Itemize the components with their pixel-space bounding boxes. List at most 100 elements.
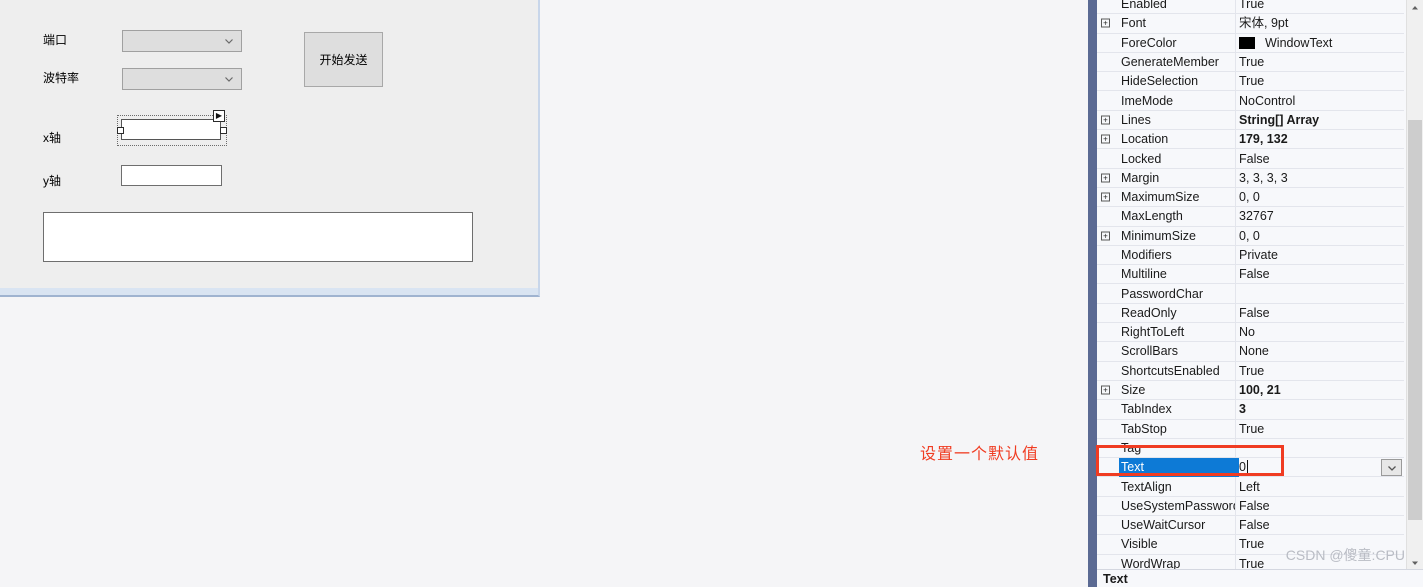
column-divider xyxy=(1235,419,1236,438)
property-value-dropdown-button[interactable] xyxy=(1381,459,1402,477)
property-row[interactable]: + Location 179, 132 xyxy=(1097,130,1404,150)
property-value-text: Private xyxy=(1239,248,1278,262)
property-value[interactable]: False xyxy=(1239,304,1400,322)
property-row[interactable]: HideSelection True xyxy=(1097,72,1404,92)
property-row[interactable]: MaxLength 32767 xyxy=(1097,207,1404,227)
property-name: Tag xyxy=(1121,440,1142,455)
property-row[interactable]: Modifiers Private xyxy=(1097,245,1404,266)
property-value[interactable]: False xyxy=(1239,265,1400,283)
property-value[interactable]: 100, 21 xyxy=(1239,381,1400,399)
properties-grid[interactable]: Enabled True + Font 宋体, 9pt ForeColor WindowTe… xyxy=(1097,0,1404,574)
property-name: ScrollBars xyxy=(1121,344,1178,359)
property-row[interactable]: TabIndex 3 xyxy=(1097,400,1404,420)
scrollbar-thumb[interactable] xyxy=(1408,120,1422,520)
property-value[interactable]: True xyxy=(1239,420,1400,438)
start-send-button[interactable]: 开始发送 xyxy=(304,32,383,87)
property-value[interactable]: Private xyxy=(1239,246,1400,264)
property-value[interactable]: 32767 xyxy=(1239,207,1400,225)
expand-plus-icon[interactable]: + xyxy=(1101,134,1110,144)
output-textbox[interactable] xyxy=(43,212,473,262)
resize-handle-right[interactable] xyxy=(220,127,227,134)
property-value[interactable]: 0 xyxy=(1239,458,1400,476)
column-divider xyxy=(1235,110,1236,130)
property-value[interactable]: 0, 0 xyxy=(1239,188,1400,206)
property-row[interactable]: + Font 宋体, 9pt xyxy=(1097,14,1404,34)
property-value[interactable]: True xyxy=(1239,53,1400,71)
property-row[interactable]: UseWaitCursor False xyxy=(1097,516,1404,536)
property-row[interactable]: Locked False xyxy=(1097,149,1404,169)
property-name: ReadOnly xyxy=(1121,305,1177,320)
property-row[interactable]: ShortcutsEnabled True xyxy=(1097,361,1404,381)
baudrate-combobox[interactable] xyxy=(122,68,242,90)
property-row[interactable]: TextAlign Left xyxy=(1097,477,1404,497)
expand-plus-icon[interactable]: + xyxy=(1101,18,1110,28)
property-value-text: 宋体, 9pt xyxy=(1239,16,1289,31)
x-axis-textbox[interactable] xyxy=(121,119,221,140)
expand-plus-icon[interactable]: + xyxy=(1101,173,1110,183)
property-row[interactable]: + Size 100, 21 xyxy=(1097,380,1404,401)
property-value-text: False xyxy=(1239,498,1270,513)
property-value[interactable]: False xyxy=(1239,150,1400,168)
property-row[interactable]: Multiline False xyxy=(1097,265,1404,285)
screen-root: 端口 波特率 开始发送 x轴 ▶ y轴 设置一个默认值 Enabled True… xyxy=(0,0,1423,587)
property-row[interactable]: PasswordChar xyxy=(1097,284,1404,304)
property-value-text: False xyxy=(1239,267,1270,282)
properties-panel[interactable]: Enabled True + Font 宋体, 9pt ForeColor WindowTe… xyxy=(1088,0,1423,587)
property-value[interactable]: NoControl xyxy=(1239,92,1400,110)
property-row[interactable]: ScrollBars None xyxy=(1097,342,1404,362)
property-name: MinimumSize xyxy=(1121,228,1197,243)
column-divider xyxy=(1235,149,1236,168)
property-name: ShortcutsEnabled xyxy=(1121,363,1220,378)
property-value[interactable]: 0, 0 xyxy=(1239,227,1400,245)
property-row[interactable]: UseSystemPasswordChar False xyxy=(1097,496,1404,517)
property-name: ForeColor xyxy=(1121,35,1177,50)
property-value[interactable]: False xyxy=(1239,516,1400,534)
port-combobox[interactable] xyxy=(122,30,242,52)
scroll-up-icon[interactable] xyxy=(1407,0,1423,16)
properties-scrollbar[interactable] xyxy=(1406,0,1423,587)
expand-plus-icon[interactable]: + xyxy=(1101,385,1110,395)
property-row[interactable]: + Lines String[] Array xyxy=(1097,110,1404,131)
property-value[interactable]: 3 xyxy=(1239,400,1400,418)
property-value[interactable]: True xyxy=(1239,72,1400,90)
property-value[interactable]: 179, 132 xyxy=(1239,130,1400,148)
property-row[interactable]: ForeColor WindowText xyxy=(1097,33,1404,53)
property-row[interactable]: GenerateMember True xyxy=(1097,52,1404,73)
property-row[interactable]: TabStop True xyxy=(1097,419,1404,439)
csdn-watermark: CSDN @傻童:CPU xyxy=(1285,547,1405,563)
x-axis-textbox-selected[interactable]: ▶ xyxy=(117,110,227,146)
property-row[interactable]: + MinimumSize 0, 0 xyxy=(1097,226,1404,246)
y-axis-textbox[interactable] xyxy=(121,165,222,186)
expand-plus-icon[interactable]: + xyxy=(1101,115,1110,125)
property-row[interactable]: + MaximumSize 0, 0 xyxy=(1097,187,1404,208)
property-row[interactable]: + Margin 3, 3, 3, 3 xyxy=(1097,168,1404,188)
property-value[interactable]: False xyxy=(1239,497,1400,515)
column-divider xyxy=(1235,438,1236,458)
property-value[interactable]: No xyxy=(1239,323,1400,341)
expand-plus-icon[interactable]: + xyxy=(1101,192,1110,202)
column-divider xyxy=(1235,168,1236,187)
property-value[interactable]: WindowText xyxy=(1239,34,1400,52)
column-divider xyxy=(1235,535,1236,554)
property-row[interactable]: Enabled True xyxy=(1097,0,1404,15)
property-value-text: WindowText xyxy=(1265,35,1333,50)
property-row[interactable]: ImeMode NoControl xyxy=(1097,91,1404,111)
property-row[interactable]: ReadOnly False xyxy=(1097,303,1404,324)
property-value[interactable]: None xyxy=(1239,342,1400,360)
smart-tag-icon[interactable]: ▶ xyxy=(213,110,225,122)
property-row[interactable]: Tag xyxy=(1097,438,1404,459)
property-row[interactable]: RightToLeft No xyxy=(1097,323,1404,343)
property-value[interactable]: True xyxy=(1239,0,1400,13)
label-y-axis: y轴 xyxy=(43,174,62,188)
property-value[interactable]: True xyxy=(1239,362,1400,380)
property-row[interactable]: Text 0 xyxy=(1097,457,1404,478)
property-value[interactable]: 宋体, 9pt xyxy=(1239,14,1400,32)
column-divider xyxy=(1235,130,1236,149)
property-value[interactable]: 3, 3, 3, 3 xyxy=(1239,169,1400,187)
expand-plus-icon[interactable]: + xyxy=(1101,231,1110,241)
resize-handle-left[interactable] xyxy=(117,127,124,134)
property-value[interactable]: Left xyxy=(1239,478,1400,496)
property-value[interactable]: String[] Array xyxy=(1239,111,1400,129)
winforms-designer-surface[interactable]: 端口 波特率 开始发送 x轴 ▶ y轴 xyxy=(0,0,540,297)
property-name: Locked xyxy=(1121,151,1162,166)
